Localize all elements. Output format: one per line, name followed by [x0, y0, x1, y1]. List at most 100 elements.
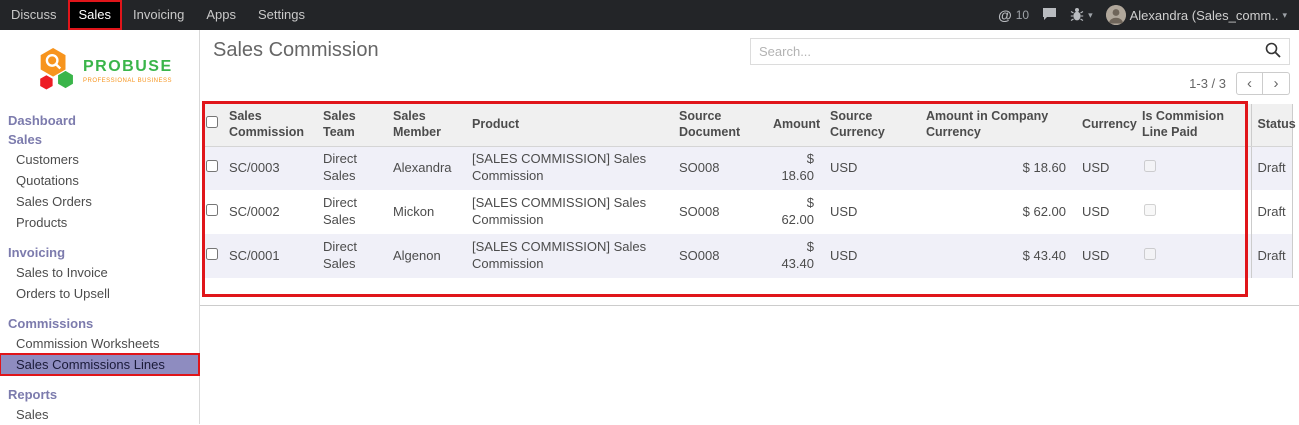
cell-currency[interactable]: USD	[1074, 146, 1134, 190]
table-row[interactable]: SC/0002 Direct Sales Mickon [SALES COMMI…	[203, 190, 1292, 234]
row-select-cell	[203, 190, 221, 234]
company-logo: PROBUSE PROFESSIONAL BUSINESS	[0, 30, 199, 111]
sidebar-item-reports-sales[interactable]: Sales	[0, 404, 199, 425]
cell-status[interactable]: Draft	[1251, 146, 1292, 190]
col-header-amount[interactable]: Amount	[765, 104, 822, 146]
sidebar-item-sales-to-invoice[interactable]: Sales to Invoice	[0, 262, 199, 283]
row-select-checkbox[interactable]	[206, 160, 218, 172]
sidebar-item-sales-commissions-lines[interactable]: Sales Commissions Lines	[0, 354, 199, 375]
row-select-checkbox[interactable]	[206, 204, 218, 216]
topbar-menu-settings[interactable]: Settings	[247, 0, 316, 30]
list-view: Sales Commission Sales Team Sales Member…	[200, 104, 1299, 306]
search-button[interactable]	[1257, 39, 1289, 64]
page-title: Sales Commission	[213, 39, 379, 62]
cell-sales-commission[interactable]: SC/0003	[221, 146, 315, 190]
cell-amount[interactable]: $ 18.60	[765, 146, 822, 190]
cell-status[interactable]: Draft	[1251, 190, 1292, 234]
cell-currency[interactable]: USD	[1074, 234, 1134, 278]
cell-source-currency[interactable]: USD	[822, 146, 918, 190]
sidebar-item-commission-worksheets[interactable]: Commission Worksheets	[0, 333, 199, 354]
search-box	[750, 38, 1290, 65]
sidebar-heading-dashboard[interactable]: Dashboard	[0, 111, 199, 130]
sidebar-heading-reports[interactable]: Reports	[0, 385, 199, 404]
cell-status[interactable]: Draft	[1251, 234, 1292, 278]
chat-bubble-icon	[1042, 7, 1057, 24]
table-row[interactable]: SC/0001 Direct Sales Algenon [SALES COMM…	[203, 234, 1292, 278]
main-content: Sales Commission 1-3 / 3 ‹ ›	[200, 30, 1299, 424]
cell-source-document[interactable]: SO008	[671, 146, 765, 190]
sidebar-heading-invoicing[interactable]: Invoicing	[0, 243, 199, 262]
table-header-row: Sales Commission Sales Team Sales Member…	[203, 104, 1292, 146]
col-header-source-document[interactable]: Source Document	[671, 104, 765, 146]
cell-amount-company[interactable]: $ 18.60	[918, 146, 1074, 190]
cell-product[interactable]: [SALES COMMISSION] Sales Commission	[464, 146, 671, 190]
col-header-sales-team[interactable]: Sales Team	[315, 104, 385, 146]
pager-next-button[interactable]: ›	[1263, 72, 1290, 95]
col-header-amount-company[interactable]: Amount in Company Currency	[918, 104, 1074, 146]
cell-sales-member[interactable]: Algenon	[385, 234, 464, 278]
row-select-cell	[203, 146, 221, 190]
debug-caret-icon: ▾	[1088, 10, 1093, 21]
topbar-menu-apps[interactable]: Apps	[195, 0, 247, 30]
bug-icon	[1070, 7, 1084, 24]
topbar-systray: @ 10 ▾	[998, 0, 1299, 30]
messages-menu[interactable]	[1042, 7, 1057, 24]
sidebar-item-quotations[interactable]: Quotations	[0, 170, 199, 191]
sidebar-item-orders-to-upsell[interactable]: Orders to Upsell	[0, 283, 199, 304]
cell-amount-company[interactable]: $ 62.00	[918, 190, 1074, 234]
cell-is-paid	[1134, 146, 1251, 190]
is-paid-checkbox	[1144, 248, 1156, 260]
cell-amount-company[interactable]: $ 43.40	[918, 234, 1074, 278]
topbar-menu-sales[interactable]: Sales	[68, 0, 123, 30]
cell-source-document[interactable]: SO008	[671, 190, 765, 234]
cell-product[interactable]: [SALES COMMISSION] Sales Commission	[464, 190, 671, 234]
col-header-status[interactable]: Status	[1251, 104, 1292, 146]
select-all-cell	[203, 104, 221, 146]
topbar-menu-invoicing[interactable]: Invoicing	[122, 0, 195, 30]
col-header-is-paid[interactable]: Is Commision Line Paid	[1134, 104, 1251, 146]
cell-source-document[interactable]: SO008	[671, 234, 765, 278]
cell-source-currency[interactable]: USD	[822, 190, 918, 234]
topbar: Discuss Sales Invoicing Apps Settings @ …	[0, 0, 1299, 30]
sidebar: PROBUSE PROFESSIONAL BUSINESS Dashboard …	[0, 30, 200, 424]
col-header-currency[interactable]: Currency	[1074, 104, 1134, 146]
cell-product[interactable]: [SALES COMMISSION] Sales Commission	[464, 234, 671, 278]
cell-amount[interactable]: $ 62.00	[765, 190, 822, 234]
cell-sales-team[interactable]: Direct Sales	[315, 190, 385, 234]
select-all-checkbox[interactable]	[206, 116, 218, 128]
col-header-source-currency[interactable]: Source Currency	[822, 104, 918, 146]
probuse-hexagon-icon	[34, 46, 76, 97]
cell-sales-commission[interactable]: SC/0002	[221, 190, 315, 234]
col-header-sales-commission[interactable]: Sales Commission	[221, 104, 315, 146]
user-menu[interactable]: Alexandra (Sales_comm.. ▾	[1106, 5, 1287, 25]
col-header-product[interactable]: Product	[464, 104, 671, 146]
cell-amount[interactable]: $ 43.40	[765, 234, 822, 278]
search-input[interactable]	[751, 39, 1257, 64]
logo-subtitle: PROFESSIONAL BUSINESS	[83, 78, 173, 84]
sidebar-item-sales-orders[interactable]: Sales Orders	[0, 191, 199, 212]
cell-sales-member[interactable]: Alexandra	[385, 146, 464, 190]
sidebar-heading-commissions[interactable]: Commissions	[0, 314, 199, 333]
col-header-sales-member[interactable]: Sales Member	[385, 104, 464, 146]
cell-currency[interactable]: USD	[1074, 190, 1134, 234]
sidebar-heading-sales[interactable]: Sales	[0, 130, 199, 149]
search-icon	[1265, 42, 1281, 61]
topbar-menu-discuss[interactable]: Discuss	[0, 0, 68, 30]
cell-sales-member[interactable]: Mickon	[385, 190, 464, 234]
activities-menu[interactable]: @ 10	[998, 7, 1029, 23]
logo-title: PROBUSE	[83, 59, 173, 75]
sidebar-item-products[interactable]: Products	[0, 212, 199, 233]
pager: 1-3 / 3 ‹ ›	[1189, 72, 1290, 95]
cell-sales-team[interactable]: Direct Sales	[315, 234, 385, 278]
cell-sales-commission[interactable]: SC/0001	[221, 234, 315, 278]
pager-previous-button[interactable]: ‹	[1236, 72, 1263, 95]
user-name: Alexandra (Sales_comm..	[1130, 8, 1279, 23]
table-row[interactable]: SC/0003 Direct Sales Alexandra [SALES CO…	[203, 146, 1292, 190]
row-select-checkbox[interactable]	[206, 248, 218, 260]
sidebar-item-customers[interactable]: Customers	[0, 149, 199, 170]
pager-range: 1-3 / 3	[1189, 76, 1226, 91]
debug-menu[interactable]: ▾	[1070, 7, 1093, 24]
sales-commission-table: Sales Commission Sales Team Sales Member…	[203, 104, 1293, 278]
cell-source-currency[interactable]: USD	[822, 234, 918, 278]
cell-sales-team[interactable]: Direct Sales	[315, 146, 385, 190]
